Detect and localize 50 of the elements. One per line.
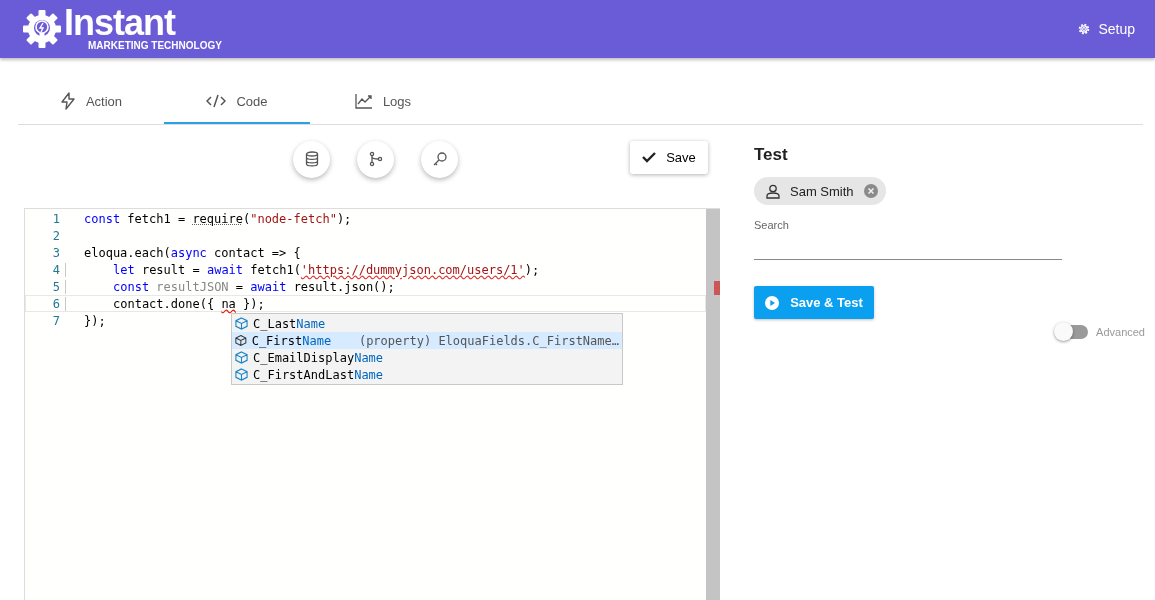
code-line: let result = await fetch1('https://dummyjson.com/users/1'); [65,262,540,277]
play-icon [765,295,780,310]
suggestion-item[interactable]: C_FirstName (property) EloquaFields.C_FirstName… [232,332,622,349]
branch-icon [368,151,383,167]
scrollbar[interactable] [706,209,720,600]
checkmark-icon [642,151,657,163]
line-number: 5 [51,279,60,294]
key-icon [431,151,448,167]
tab[interactable]: Code [164,80,310,124]
code-line: contact.done({ na }); [65,296,265,311]
cube-icon [235,334,247,347]
suggestion-item[interactable]: C_EmailDisplayName [232,349,622,366]
cube-icon [235,368,248,381]
suggestion-item[interactable]: C_LastName [232,315,622,332]
suggestion-detail: (property) EloquaFields.C_FirstName… [358,333,619,348]
tab[interactable]: Action [18,80,164,124]
logo-title: Instant [64,6,176,40]
line-number: 7 [51,313,60,328]
code-line: eloqua.each(async contact => { [84,245,301,260]
icon-button[interactable] [357,140,394,178]
code-editor[interactable] [24,208,720,600]
icon-button[interactable] [421,140,458,178]
suggestion-item[interactable]: C_FirstAndLastName [232,366,622,383]
test-heading: Test [754,145,789,165]
icon-button[interactable] [293,140,330,178]
lightning-icon [59,92,76,110]
line-chart-icon [354,93,373,109]
logo-subtitle: MARKETING TECHNOLOGY [88,40,222,52]
advanced-label: Advanced [1096,326,1145,338]
save-button[interactable]: Save [630,140,708,174]
cube-icon [235,317,248,330]
line-number: 2 [51,228,60,243]
line-number: 4 [51,262,60,277]
cube-icon [235,351,248,364]
code-line: }); [84,313,106,328]
tab[interactable]: Logs [310,80,456,124]
search-field[interactable]: Search [754,219,1062,260]
line-number: 6 [51,296,60,311]
setup-button[interactable]: Setup [1077,21,1135,37]
database-icon [304,151,319,167]
close-icon[interactable] [863,184,878,198]
code-icon [206,94,227,108]
line-number: 3 [51,245,60,260]
toggle-switch[interactable] [1056,325,1089,339]
person-icon [766,183,780,199]
code-line: const fetch1 = require("node-fetch"); [84,211,352,226]
gear-bulb-icon [22,9,62,49]
code-line: const resultJSON = await result.json(); [65,279,395,294]
line-number: 1 [51,211,60,226]
contact-chip[interactable]: Sam Smith [754,177,886,205]
